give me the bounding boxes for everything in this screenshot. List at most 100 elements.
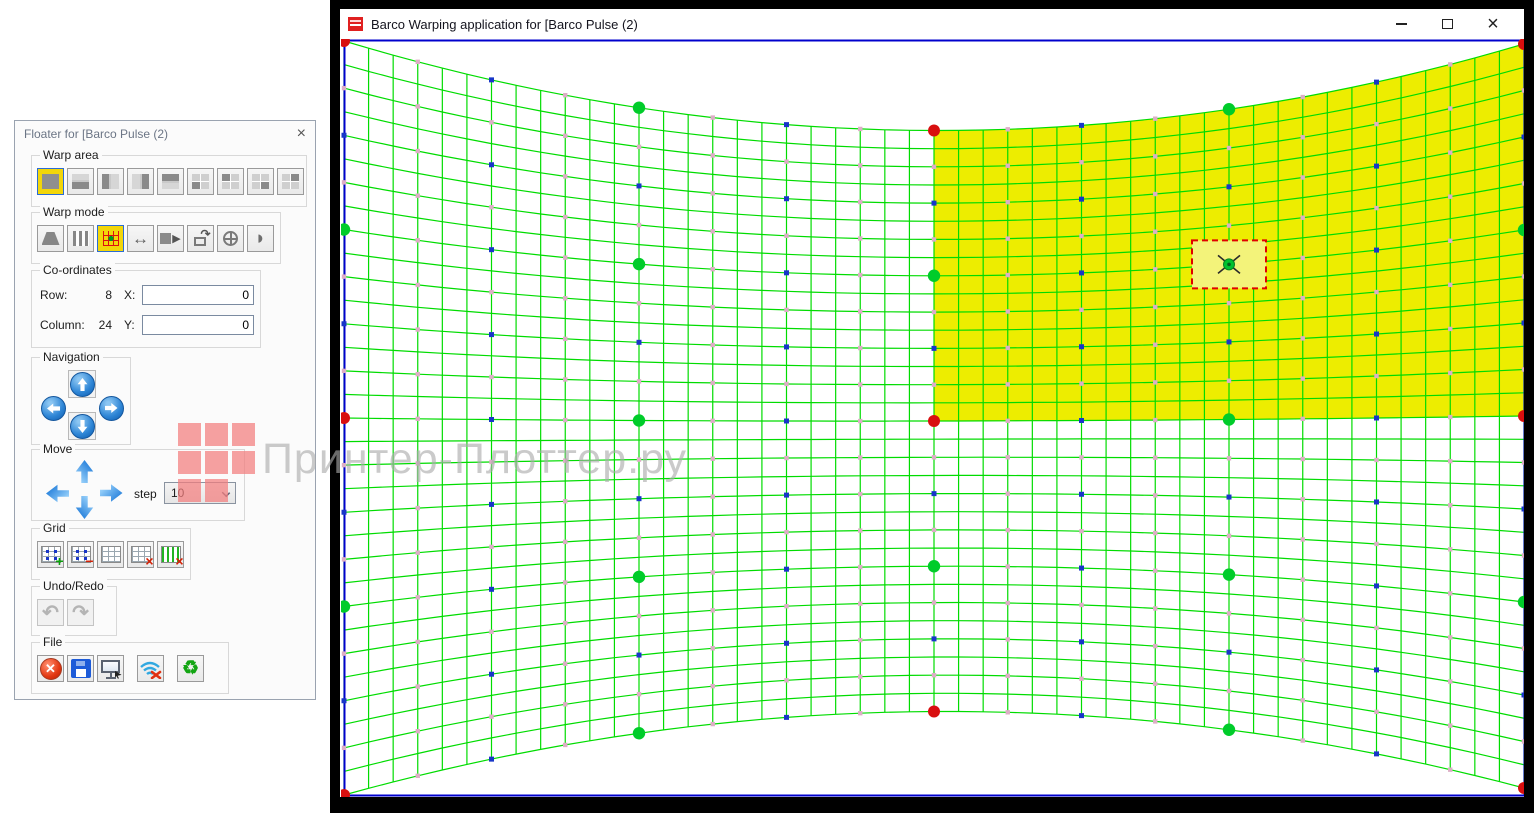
edit-undo-button[interactable]: ↶: [37, 599, 64, 626]
file-group: File ✕ ♻: [31, 642, 229, 694]
step-label: step: [134, 487, 157, 501]
grid-grid-remove-points-button[interactable]: −: [67, 541, 94, 568]
warp-area-area-quad-bottom-left-button[interactable]: [187, 168, 214, 195]
warp-mesh-canvas[interactable]: [341, 39, 1524, 797]
grid-delete-icon: ×: [131, 546, 151, 563]
file-label: File: [40, 635, 65, 649]
grid-grid-add-points-button[interactable]: +: [37, 541, 64, 568]
edit-redo-button[interactable]: ↷: [67, 599, 94, 626]
barco-app-icon: [348, 17, 363, 31]
area-left-half-icon: [102, 174, 119, 189]
x-input[interactable]: [142, 285, 254, 305]
window-controls: ×: [1378, 9, 1516, 39]
warp-area-area-left-half-button[interactable]: [97, 168, 124, 195]
undo-redo-group: Undo/Redo ↶↷: [31, 586, 117, 636]
file-file-disconnect-button[interactable]: [137, 655, 164, 682]
row-label: Row:: [40, 288, 88, 302]
shift-icon: ▶: [160, 232, 180, 245]
area-right-half-icon: [132, 174, 149, 189]
grid-grid-delete-points-button[interactable]: ×: [157, 541, 184, 568]
file-file-display-button[interactable]: [97, 655, 124, 682]
file-buttons: ✕ ♻: [37, 655, 207, 682]
warp-area-area-right-half-button[interactable]: [127, 168, 154, 195]
warp-area-area-quad-top-left-button[interactable]: [217, 168, 244, 195]
undo-redo-buttons: ↶↷: [37, 599, 97, 626]
area-quad-top-left-icon: [222, 174, 239, 189]
area-quad-bottom-right-icon: [252, 174, 269, 189]
warp-mode-mode-center-button[interactable]: [217, 225, 244, 252]
close-button[interactable]: ×: [1470, 9, 1516, 39]
step-value: 10: [171, 486, 184, 500]
grid-points-delete-icon: ×: [161, 546, 181, 563]
file-file-exit-button[interactable]: ✕: [37, 655, 64, 682]
undo-icon: ↶: [42, 603, 59, 623]
warp-mode-mode-keystone-button[interactable]: [37, 225, 64, 252]
warp-mode-mode-warp-points-button[interactable]: [97, 225, 124, 252]
warp-area-area-top-half-button[interactable]: [157, 168, 184, 195]
warp-mode-buttons: ↔ ▶ ↷ ◗: [37, 225, 277, 252]
warp-mode-mode-linearity-button[interactable]: [67, 225, 94, 252]
move-left-button[interactable]: [45, 481, 69, 505]
maximize-icon: [1442, 19, 1453, 29]
navigation-nav-up-button[interactable]: [68, 370, 96, 398]
file-wifi-x-icon: [139, 659, 162, 679]
warp-mode-mode-curve-button[interactable]: ◗: [247, 225, 274, 252]
warp-mode-mode-shift-button[interactable]: ▶: [157, 225, 184, 252]
navigation-nav-right-button[interactable]: [97, 394, 125, 422]
navigation-label: Navigation: [40, 350, 103, 364]
move-group: Move step 10: [31, 449, 245, 521]
minimize-button[interactable]: [1378, 9, 1424, 39]
area-quad-bottom-left-icon: [192, 174, 209, 189]
file-file-save-button[interactable]: [67, 655, 94, 682]
floater-close-icon[interactable]: ×: [297, 126, 306, 142]
y-label: Y:: [124, 318, 142, 332]
linearity-icon: [73, 231, 89, 246]
warp-area-area-quad-bottom-right-button[interactable]: [247, 168, 274, 195]
grid-grid-show-button[interactable]: [97, 541, 124, 568]
warp-area-area-quad-top-right-button[interactable]: [277, 168, 304, 195]
move-right-button[interactable]: [99, 481, 123, 505]
y-input[interactable]: [142, 315, 254, 335]
rotate-icon: ↷: [192, 231, 210, 247]
curve-moon-icon: ◗: [255, 229, 266, 248]
grid-label: Grid: [40, 521, 69, 535]
area-bottom-half-icon: [72, 174, 89, 189]
warp-area-area-full-button[interactable]: [37, 168, 64, 195]
x-label: X:: [124, 288, 142, 302]
undo-redo-label: Undo/Redo: [40, 579, 107, 593]
warp-mode-group: Warp mode ↔▶↷◗: [31, 212, 281, 264]
warp-area-area-bottom-half-button[interactable]: [67, 168, 94, 195]
floater-titlebar[interactable]: Floater for [Barco Pulse (2) ×: [15, 121, 315, 147]
up-circle-arrow-icon: [70, 372, 95, 397]
grid-plain-icon: [101, 546, 121, 563]
file-refresh-icon: ♻: [182, 659, 199, 678]
floater-panel: Floater for [Barco Pulse (2) × Warp area…: [14, 120, 316, 700]
warp-mode-mode-rotate-button[interactable]: ↷: [187, 225, 214, 252]
center-target-icon: [223, 231, 238, 246]
move-down-button[interactable]: [72, 495, 96, 519]
right-arrow-icon: [100, 482, 123, 505]
left-circle-arrow-icon: [41, 396, 66, 421]
step-dropdown[interactable]: 10: [164, 482, 236, 504]
coordinates-label: Co-ordinates: [40, 263, 115, 277]
move-up-button[interactable]: [72, 459, 96, 483]
area-quad-top-right-icon: [282, 174, 299, 189]
file-file-refresh-button[interactable]: ♻: [177, 655, 204, 682]
warp-mode-mode-shift-horizontal-button[interactable]: ↔: [127, 225, 154, 252]
down-circle-arrow-icon: [70, 414, 95, 439]
grid-add-points-icon: +: [41, 546, 61, 563]
area-full-icon: [42, 174, 59, 189]
keystone-icon: [42, 232, 60, 245]
grid-buttons: +− × ×: [37, 541, 187, 568]
main-window-titlebar[interactable]: Barco Warping application for [Barco Pul…: [340, 9, 1524, 39]
column-label: Column:: [40, 318, 88, 332]
up-arrow-icon: [73, 460, 96, 483]
navigation-nav-down-button[interactable]: [68, 412, 96, 440]
warp-area-buttons: [37, 168, 307, 195]
maximize-button[interactable]: [1424, 9, 1470, 39]
left-arrow-icon: [46, 482, 69, 505]
grid-grid-delete-button[interactable]: ×: [127, 541, 154, 568]
navigation-nav-left-button[interactable]: [39, 394, 67, 422]
down-arrow-icon: [73, 496, 96, 519]
warp-mode-label: Warp mode: [40, 205, 108, 219]
